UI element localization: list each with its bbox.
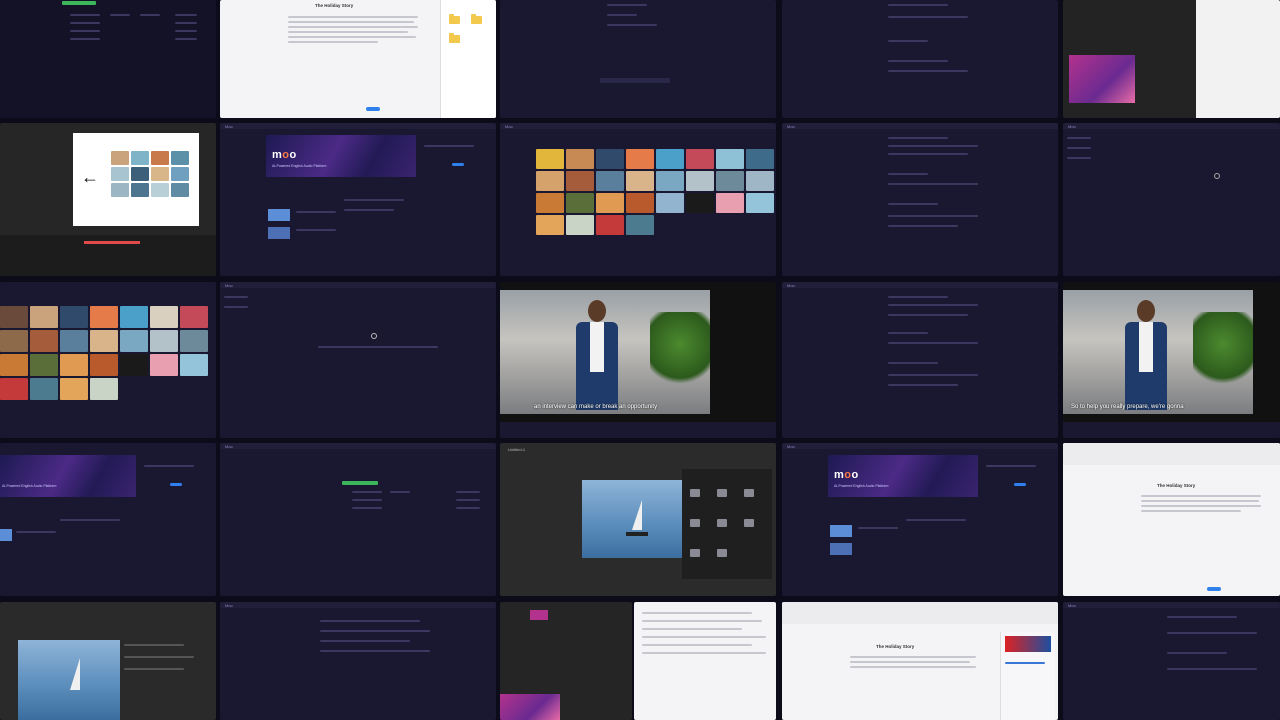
tile-dark-doc-r2c4: Moo	[782, 123, 1058, 276]
brand-logo: moo	[272, 149, 297, 161]
tile-dark-doc-r3c4: Moo	[782, 282, 1058, 438]
doc-title: The Holiday Story	[1157, 483, 1196, 488]
tile-dark-chat-r5c2: Moo	[220, 602, 496, 720]
hero-banner: moo AI-Powered English Audio Platform	[266, 135, 416, 177]
brand-tagline: AI-Powered English Audio Platform	[272, 164, 327, 168]
tile-gallery-r3c1	[0, 282, 216, 438]
sailboat-image	[582, 480, 682, 558]
tile-dark-doc-r5c5: Moo	[1063, 602, 1280, 720]
tile-dark-empty-r2c5: Moo	[1063, 123, 1280, 276]
tile-moo-home-r4c1: AI-Powered English Audio Platform	[0, 443, 216, 596]
side-panel	[440, 0, 496, 118]
presenter	[572, 300, 622, 410]
tile-document-holiday-r5c4: The Holiday Story	[782, 602, 1058, 720]
preview-thumbnail	[1069, 55, 1135, 103]
subtitle-caption: So to help you really prepare, we're gon…	[1071, 404, 1184, 410]
tile-editor-r2c1: ←	[0, 123, 216, 276]
doc-title: The Holiday Story	[315, 3, 354, 8]
tile-moo-home-r4c4: Moo moo AI-Powered English Audio Platfor…	[782, 443, 1058, 596]
thumb	[0, 529, 12, 541]
green-button[interactable]	[342, 481, 378, 485]
tile-chat-sailboat-r5c1	[0, 602, 216, 720]
tile-table-dark-r1c1[interactable]	[0, 0, 216, 118]
thumb	[830, 543, 852, 555]
submit-button[interactable]	[1207, 587, 1221, 591]
document-tab[interactable]: Untitled-1	[508, 447, 525, 452]
brand-logo: moo	[834, 469, 859, 481]
folder-icon[interactable]	[449, 33, 460, 43]
tile-dark-doc-r1c4	[782, 0, 1058, 118]
tile-chatgpt-doc-r5c3b	[634, 602, 776, 720]
brand-tagline: AI-Powered English Audio Platform	[2, 484, 57, 488]
subtitle-caption: an interview can make or break an opport…	[534, 404, 658, 410]
thumb	[268, 227, 290, 239]
loading-icon	[1214, 173, 1220, 179]
tile-video-interview-r3c3: deed an interview can make or break an o…	[500, 282, 776, 438]
loading-icon	[371, 333, 377, 339]
hero-banner: AI-Powered English Audio Platform	[0, 455, 136, 497]
timeline-clip	[530, 610, 548, 620]
folder-icon[interactable]	[471, 14, 482, 24]
tile-document-holiday-r1c2[interactable]: The Holiday Story	[220, 0, 496, 118]
white-panel	[1196, 0, 1280, 118]
tile-document-holiday-r4c5: The Holiday Story	[1063, 443, 1280, 596]
tile-editor-r1c5	[1063, 0, 1280, 118]
left-arrow-icon[interactable]: ←	[81, 167, 99, 188]
tile-table-r4c2: Moo	[220, 443, 496, 596]
brand-tagline: AI-Powered English Audio Platform	[834, 484, 889, 488]
tile-dark-app-r1c3	[500, 0, 776, 118]
tile-moo-home-r2c2: Moo moo AI-Powered English Audio Platfor…	[220, 123, 496, 276]
presenter	[1121, 300, 1171, 410]
thumb	[268, 209, 290, 221]
tile-editor-r5c3	[500, 602, 632, 720]
submit-button[interactable]	[366, 107, 380, 111]
tile-video-interview-r3c5: So to help you really prepare, we're gon…	[1063, 282, 1280, 438]
hero-banner: moo AI-Powered English Audio Platform	[828, 455, 978, 497]
tile-photoshop-r4c3: Untitled-1	[500, 443, 776, 596]
folder-panel	[682, 469, 772, 579]
sailboat-image	[18, 640, 120, 720]
preview-thumbnail	[500, 694, 560, 720]
side-panel	[1000, 632, 1055, 720]
tile-loading-r3c2: Moo	[220, 282, 496, 438]
folder-icon[interactable]	[449, 14, 460, 24]
image-gallery	[536, 149, 776, 235]
doc-title: The Holiday Story	[876, 644, 915, 649]
thumb	[830, 525, 852, 537]
image-viewer: ←	[73, 133, 199, 226]
green-button[interactable]	[62, 1, 96, 5]
tile-gallery-r2c3: Moo	[500, 123, 776, 276]
